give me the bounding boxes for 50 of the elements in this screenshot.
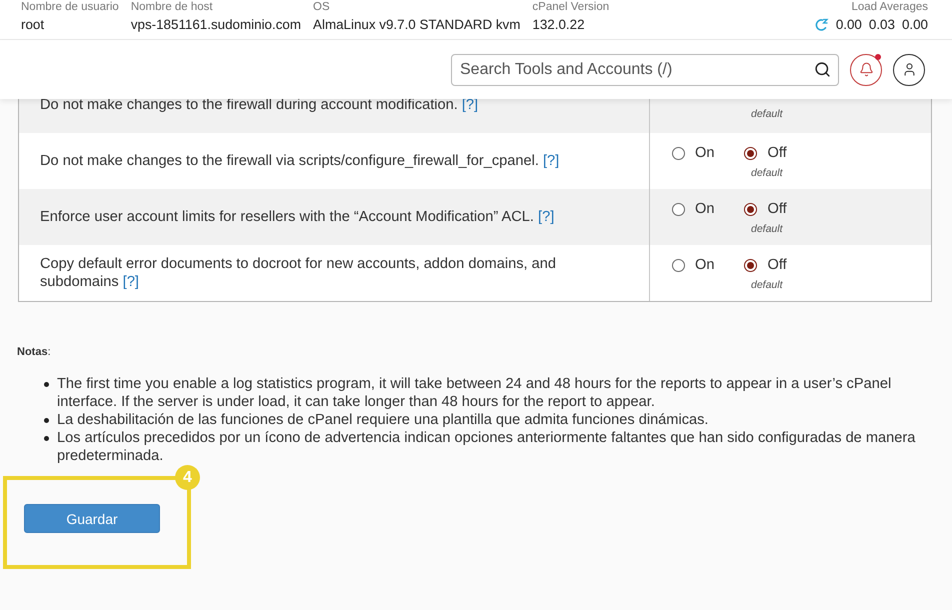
note-text: The first time you enable a log statistics program, it will take between 24 and 48 hours for the reports to appear in a user’s cPanel interface. If the server is under load, it can take longer than 48 hours for the report to appear. [57, 375, 892, 411]
search-icon[interactable] [814, 60, 831, 78]
info-label: OS [313, 0, 331, 14]
notes-heading: Notas: [17, 345, 52, 359]
notifications-button[interactable] [850, 54, 882, 86]
default-note: default [751, 108, 783, 121]
info-label: Load Averages [851, 0, 928, 14]
option-label[interactable]: On [695, 256, 714, 274]
radio-button[interactable] [744, 146, 758, 160]
radio-button[interactable] [672, 146, 685, 160]
option-label[interactable]: On [695, 200, 714, 218]
load-value: 0.00 [902, 16, 928, 34]
option-label[interactable]: Off [767, 144, 787, 162]
info-label: cPanel Version [532, 0, 610, 14]
user-menu-button[interactable] [893, 54, 925, 86]
help-link[interactable]: [?] [542, 153, 560, 169]
radio-button[interactable] [744, 258, 758, 272]
setting-label: Enforce user account limits for resellers with the “Account Modification” ACL. [?] [40, 208, 554, 226]
radio-button[interactable] [672, 202, 685, 216]
default-note: default [751, 279, 783, 292]
info-value: 132.0.22 [532, 16, 586, 34]
default-note: default [751, 223, 783, 236]
load-value: 0.03 [868, 16, 895, 34]
bell-icon [858, 62, 874, 77]
step-badge: 4 [175, 465, 200, 490]
info-value: vps-1851161.sudominio.com [130, 16, 302, 34]
info-label: Nombre de host [130, 0, 214, 14]
option-label[interactable]: On [695, 144, 714, 162]
load-value: 0.00 [836, 16, 862, 34]
note-text: Los artículos precedidos por un ícono de advertencia indican opciones anteriormente faltantes que han sido configuradas de manera predeterminada. [57, 429, 916, 465]
user-icon [902, 62, 916, 77]
info-label: Nombre de usuario [21, 0, 119, 14]
radio-button[interactable] [744, 202, 758, 216]
save-button[interactable]: Guardar [24, 504, 160, 533]
default-note: default [751, 167, 783, 180]
help-link[interactable]: [?] [538, 209, 554, 225]
bullet-icon [44, 418, 49, 423]
bullet-icon [44, 382, 49, 387]
info-value: AlmaLinux v9.7.0 STANDARD kvm [313, 16, 520, 34]
setting-label: Copy default error documents to docroot for new accounts, addon domains, and subdomains [?] [40, 255, 557, 291]
radio-button[interactable] [672, 258, 685, 272]
circular-arrow-icon [814, 18, 829, 32]
option-label[interactable]: Off [767, 256, 787, 274]
help-link[interactable]: [?] [122, 274, 139, 290]
setting-label: Do not make changes to the firewall via scripts/configure_firewall_for_cpanel. [?] [40, 152, 560, 170]
note-text: La deshabilitación de las funciones de cPanel requiere una plantilla que admita funciones dinámicas. [57, 411, 708, 429]
option-label[interactable]: Off [767, 200, 787, 218]
search-field[interactable]: Search Tools and Accounts (/) [451, 54, 839, 86]
bullet-icon [44, 436, 49, 441]
info-value: root [21, 16, 46, 34]
